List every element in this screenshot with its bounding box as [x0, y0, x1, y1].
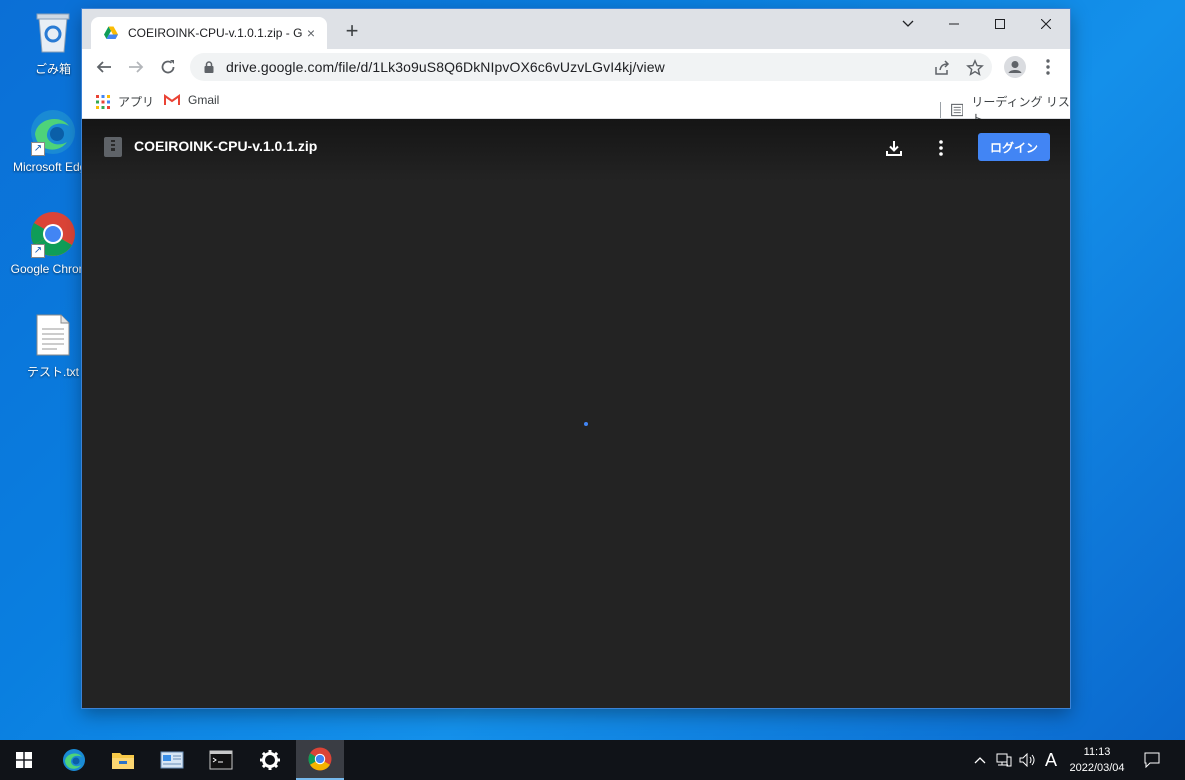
more-vert-icon — [1046, 59, 1050, 75]
minimize-icon — [949, 23, 959, 25]
show-hidden-icons-button[interactable] — [970, 740, 990, 780]
tab-search-button[interactable] — [885, 9, 931, 39]
login-button[interactable]: ログイン — [978, 133, 1050, 161]
chevron-up-icon — [974, 757, 986, 764]
apps-grid-icon — [96, 94, 110, 109]
download-button[interactable] — [882, 136, 906, 160]
taskbar-control-panel[interactable] — [148, 740, 196, 780]
tab-close-icon[interactable]: × — [303, 25, 319, 41]
arrow-left-icon — [96, 61, 111, 73]
taskbar: A 11:13 2022/03/04 — [0, 740, 1185, 780]
taskbar-file-explorer[interactable] — [99, 740, 147, 780]
text-file-icon — [29, 311, 77, 359]
profile-button[interactable] — [1003, 55, 1027, 79]
google-drive-icon — [104, 26, 118, 39]
file-name: COEIROINK-CPU-v.1.0.1.zip — [134, 138, 318, 154]
reload-icon — [161, 60, 175, 74]
url-text: drive.google.com/file/d/1Lk3o9uS8Q6DkNIp… — [226, 59, 665, 75]
network-icon — [996, 753, 1012, 767]
windows-icon — [16, 752, 32, 768]
loading-spinner — [584, 422, 588, 426]
network-button[interactable] — [993, 740, 1015, 780]
close-window-button[interactable] — [1023, 9, 1069, 39]
maximize-icon — [995, 19, 1005, 29]
arrow-right-icon — [129, 61, 144, 73]
maximize-button[interactable] — [977, 9, 1023, 39]
reload-button[interactable] — [156, 55, 180, 79]
shortcut-arrow-icon: ↗ — [31, 142, 45, 156]
lock-icon — [204, 61, 214, 73]
bookmark-apps-label: アプリ — [118, 95, 155, 109]
clock-time: 11:13 — [1083, 746, 1111, 758]
notifications-button[interactable] — [1138, 740, 1166, 780]
control-panel-icon — [160, 751, 184, 769]
close-icon — [1041, 19, 1051, 29]
folder-icon — [112, 753, 134, 769]
terminal-icon — [209, 750, 233, 770]
system-clock[interactable]: 11:13 2022/03/04 — [1064, 744, 1130, 776]
tab-strip: COEIROINK-CPU-v.1.0.1.zip - Google Drive… — [82, 9, 1070, 49]
bookmark-star-icon[interactable] — [966, 59, 984, 77]
ime-indicator[interactable]: A — [1041, 740, 1061, 780]
taskbar-settings[interactable] — [246, 740, 294, 780]
notification-icon — [1144, 752, 1160, 768]
clock-date: 2022/03/04 — [1069, 762, 1125, 774]
gear-icon — [260, 750, 280, 770]
chevron-down-icon — [902, 20, 914, 27]
chrome-icon — [308, 747, 332, 771]
minimize-button[interactable] — [931, 9, 977, 39]
start-button[interactable] — [0, 740, 48, 780]
zip-file-icon — [104, 137, 122, 157]
new-tab-button[interactable]: + — [340, 20, 364, 44]
taskbar-command-prompt[interactable] — [197, 740, 245, 780]
bookmark-gmail-label: Gmail — [188, 93, 220, 107]
download-icon — [886, 141, 902, 156]
back-button[interactable] — [92, 55, 116, 79]
browser-toolbar: drive.google.com/file/d/1Lk3o9uS8Q6DkNIp… — [82, 49, 1070, 85]
volume-button[interactable] — [1017, 740, 1039, 780]
recycle-bin-icon — [29, 8, 77, 56]
divider — [940, 102, 941, 118]
edge-icon — [63, 749, 85, 771]
taskbar-edge[interactable] — [50, 740, 98, 780]
share-icon[interactable] — [933, 59, 951, 77]
speaker-icon — [1019, 753, 1035, 767]
chrome-window: COEIROINK-CPU-v.1.0.1.zip - Google Drive… — [82, 9, 1070, 708]
chrome-menu-button[interactable] — [1036, 55, 1060, 79]
tab-title: COEIROINK-CPU-v.1.0.1.zip - Google Drive — [128, 26, 303, 40]
more-actions-button[interactable] — [929, 136, 953, 160]
edge-icon: ↗ — [29, 108, 77, 156]
shortcut-arrow-icon: ↗ — [31, 244, 45, 258]
more-vert-icon — [939, 140, 943, 156]
bookmark-gmail[interactable]: Gmail — [164, 93, 219, 107]
tab-drive-file[interactable]: COEIROINK-CPU-v.1.0.1.zip - Google Drive… — [91, 17, 327, 49]
taskbar-chrome[interactable] — [296, 740, 344, 780]
chrome-icon: ↗ — [29, 210, 77, 258]
gmail-icon — [164, 94, 180, 105]
avatar-icon — [1004, 56, 1026, 78]
drive-file-viewer: COEIROINK-CPU-v.1.0.1.zip ログイン — [82, 119, 1070, 708]
address-bar[interactable]: drive.google.com/file/d/1Lk3o9uS8Q6DkNIp… — [190, 53, 992, 81]
bookmarks-bar: アプリ Gmail リーディング リスト — [82, 85, 1070, 126]
reading-list-icon — [950, 103, 964, 117]
forward-button[interactable] — [124, 55, 148, 79]
bookmark-apps[interactable]: アプリ — [96, 93, 154, 110]
